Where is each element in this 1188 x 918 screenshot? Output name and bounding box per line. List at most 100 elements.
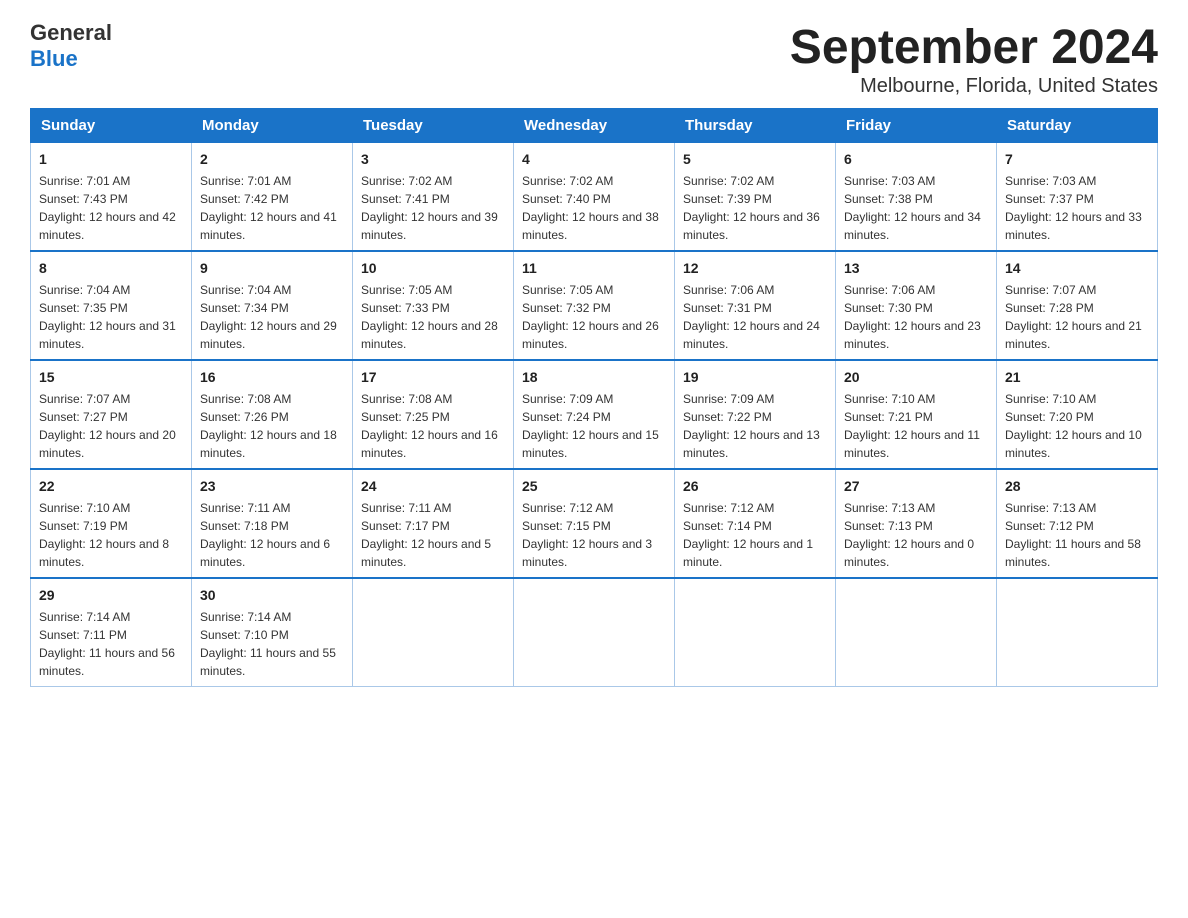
sunrise-label: Sunrise: 7:02 AM — [361, 174, 452, 188]
day-number: 10 — [361, 258, 505, 279]
calendar-header-tuesday: Tuesday — [353, 109, 514, 143]
calendar-cell: 16Sunrise: 7:08 AMSunset: 7:26 PMDayligh… — [192, 360, 353, 469]
sunrise-label: Sunrise: 7:12 AM — [522, 501, 613, 515]
sunset-label: Sunset: 7:39 PM — [683, 192, 772, 206]
daylight-label: Daylight: 12 hours and 5 minutes. — [361, 537, 491, 569]
day-number: 13 — [844, 258, 988, 279]
page-header: General Blue General Blue September 2024… — [30, 20, 1158, 98]
sunset-label: Sunset: 7:19 PM — [39, 519, 128, 533]
daylight-label: Daylight: 12 hours and 10 minutes. — [1005, 428, 1142, 460]
sunset-label: Sunset: 7:15 PM — [522, 519, 611, 533]
calendar-header-thursday: Thursday — [675, 109, 836, 143]
sunrise-label: Sunrise: 7:10 AM — [1005, 392, 1096, 406]
calendar-week-row: 15Sunrise: 7:07 AMSunset: 7:27 PMDayligh… — [31, 360, 1158, 469]
calendar-cell: 20Sunrise: 7:10 AMSunset: 7:21 PMDayligh… — [836, 360, 997, 469]
sunrise-label: Sunrise: 7:14 AM — [200, 610, 291, 624]
day-number: 7 — [1005, 149, 1149, 170]
calendar-cell — [353, 578, 514, 687]
day-number: 23 — [200, 476, 344, 497]
daylight-label: Daylight: 12 hours and 6 minutes. — [200, 537, 330, 569]
sunset-label: Sunset: 7:28 PM — [1005, 301, 1094, 315]
daylight-label: Daylight: 12 hours and 13 minutes. — [683, 428, 820, 460]
sunrise-label: Sunrise: 7:07 AM — [39, 392, 130, 406]
daylight-label: Daylight: 12 hours and 39 minutes. — [361, 210, 498, 242]
calendar-cell: 23 Sunrise: 7:11 AM Sunset: 7:18 PM Dayligh… — [192, 469, 353, 578]
sunrise-label: Sunrise: 7:08 AM — [200, 392, 291, 406]
day-number: 21 — [1005, 367, 1149, 388]
sunrise-label: Sunrise: 7:01 AM — [200, 174, 291, 188]
calendar-cell: 27Sunrise: 7:13 AMSunset: 7:13 PMDayligh… — [836, 469, 997, 578]
sunrise-label: Sunrise: 7:11 AM — [361, 501, 452, 515]
calendar-week-row: 8Sunrise: 7:04 AMSunset: 7:35 PMDaylight… — [31, 251, 1158, 360]
calendar-cell: 25Sunrise: 7:12 AMSunset: 7:15 PMDayligh… — [514, 469, 675, 578]
sunrise-label: Sunrise: 7:04 AM — [39, 283, 130, 297]
sunset-label: Sunset: 7:18 PM — [200, 519, 289, 533]
daylight-label: Daylight: 12 hours and 11 minutes. — [844, 428, 980, 460]
calendar-cell: 14Sunrise: 7:07 AMSunset: 7:28 PMDayligh… — [997, 251, 1158, 360]
sunrise-label: Sunrise: 7:11 AM — [200, 501, 291, 515]
sunset-label: Sunset: 7:34 PM — [200, 301, 289, 315]
day-number: 28 — [1005, 476, 1149, 497]
day-number: 16 — [200, 367, 344, 388]
calendar-cell: 6 Sunrise: 7:03 AM Sunset: 7:38 PM Daylight… — [836, 143, 997, 252]
sunrise-label: Sunrise: 7:03 AM — [844, 174, 935, 188]
sunrise-label: Sunrise: 7:12 AM — [683, 501, 774, 515]
calendar-cell — [675, 578, 836, 687]
daylight-label: Daylight: 12 hours and 41 minutes. — [200, 210, 337, 242]
calendar-cell: 4Sunrise: 7:02 AMSunset: 7:40 PMDaylight… — [514, 143, 675, 252]
day-number: 30 — [200, 585, 344, 606]
calendar-cell: 3Sunrise: 7:02 AMSunset: 7:41 PMDaylight… — [353, 143, 514, 252]
calendar-cell: 13Sunrise: 7:06 AMSunset: 7:30 PMDayligh… — [836, 251, 997, 360]
calendar-cell: 29Sunrise: 7:14 AMSunset: 7:11 PMDayligh… — [31, 578, 192, 687]
daylight-label: Daylight: 12 hours and 28 minutes. — [361, 319, 498, 351]
day-number: 1 — [39, 149, 183, 170]
daylight-label: Daylight: 12 hours and 15 minutes. — [522, 428, 659, 460]
sunset-label: Sunset: 7:38 PM — [844, 192, 933, 206]
sunrise-label: Sunrise: 7:06 AM — [844, 283, 935, 297]
calendar-cell: 18Sunrise: 7:09 AMSunset: 7:24 PMDayligh… — [514, 360, 675, 469]
calendar-cell: 8Sunrise: 7:04 AMSunset: 7:35 PMDaylight… — [31, 251, 192, 360]
sunset-label: Sunset: 7:13 PM — [844, 519, 933, 533]
calendar-cell: 22Sunrise: 7:10 AMSunset: 7:19 PMDayligh… — [31, 469, 192, 578]
daylight-label: Daylight: 12 hours and 29 minutes. — [200, 319, 337, 351]
sunset-label: Sunset: 7:14 PM — [683, 519, 772, 533]
daylight-label: Daylight: 12 hours and 18 minutes. — [200, 428, 337, 460]
sunset-label: Sunset: 7:10 PM — [200, 628, 289, 642]
daylight-label: Daylight: 12 hours and 16 minutes. — [361, 428, 498, 460]
sunset-label: Sunset: 7:30 PM — [844, 301, 933, 315]
sunrise-label: Sunrise: 7:13 AM — [1005, 501, 1096, 515]
calendar-week-row: 1Sunrise: 7:01 AMSunset: 7:43 PMDaylight… — [31, 143, 1158, 252]
day-number: 25 — [522, 476, 666, 497]
sunset-label: Sunset: 7:22 PM — [683, 410, 772, 424]
day-number: 26 — [683, 476, 827, 497]
calendar-cell: 10Sunrise: 7:05 AMSunset: 7:33 PMDayligh… — [353, 251, 514, 360]
sunrise-label: Sunrise: 7:06 AM — [683, 283, 774, 297]
daylight-label: Daylight: 11 hours and 55 minutes. — [200, 646, 336, 678]
day-number: 29 — [39, 585, 183, 606]
sunrise-label: Sunrise: 7:02 AM — [683, 174, 774, 188]
sunset-label: Sunset: 7:41 PM — [361, 192, 450, 206]
daylight-label: Daylight: 12 hours and 20 minutes. — [39, 428, 176, 460]
daylight-label: Daylight: 12 hours and 0 minutes. — [844, 537, 974, 569]
sunset-label: Sunset: 7:12 PM — [1005, 519, 1094, 533]
day-number: 9 — [200, 258, 344, 279]
calendar-cell: 17Sunrise: 7:08 AMSunset: 7:25 PMDayligh… — [353, 360, 514, 469]
day-number: 6 — [844, 149, 988, 170]
sunrise-label: Sunrise: 7:09 AM — [683, 392, 774, 406]
daylight-label: Daylight: 12 hours and 34 minutes. — [844, 210, 981, 242]
day-number: 18 — [522, 367, 666, 388]
day-number: 2 — [200, 149, 344, 170]
sunrise-label: Sunrise: 7:14 AM — [39, 610, 130, 624]
daylight-label: Daylight: 12 hours and 1 minute. — [683, 537, 813, 569]
calendar-header-wednesday: Wednesday — [514, 109, 675, 143]
day-number: 11 — [522, 258, 666, 279]
sunset-label: Sunset: 7:11 PM — [39, 628, 127, 642]
calendar-week-row: 29 Sunrise: 7:14 AM Sunset: 7:11 PM Dayligh… — [31, 578, 1158, 687]
day-number: 17 — [361, 367, 505, 388]
sunrise-label: Sunrise: 7:07 AM — [1005, 283, 1096, 297]
sunrise-label: Sunrise: 7:03 AM — [1005, 174, 1096, 188]
sunset-label: Sunset: 7:25 PM — [361, 410, 450, 424]
day-number: 24 — [361, 476, 505, 497]
calendar-cell: 12Sunrise: 7:06 AMSunset: 7:31 PMDayligh… — [675, 251, 836, 360]
sunset-label: Sunset: 7:32 PM — [522, 301, 611, 315]
